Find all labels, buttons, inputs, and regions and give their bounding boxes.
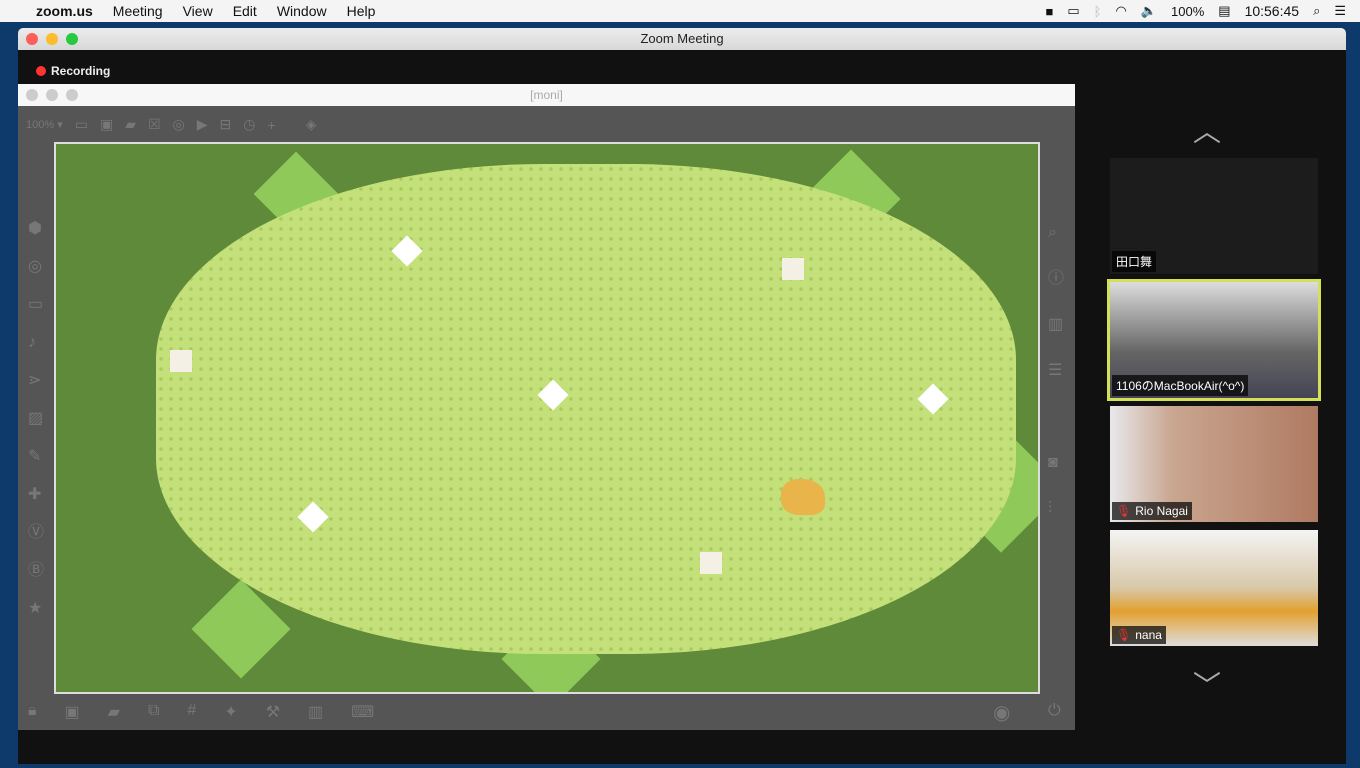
target-icon[interactable]: ◎ [28,248,44,286]
comment-icon[interactable]: ▰ [125,116,136,133]
tool-icon[interactable]: ⊟ [220,116,232,133]
tool-icon[interactable]: ▭ [75,116,88,133]
sequence-icon[interactable]: ⋗ [28,362,44,400]
keyboard-icon[interactable]: ⌨ [351,702,374,722]
participant-tile-active[interactable]: 1106のMacBookAir(^o^) [1107,279,1321,401]
participant-panel: 田口舞 1106のMacBookAir(^o^) 🎙︎ Rio Nagai 🎙︎ n… [1107,158,1321,654]
book-icon[interactable]: ▥ [1048,302,1064,348]
list-icon[interactable]: ☰ [1048,348,1064,394]
wrench-icon[interactable]: ⚒ [266,702,280,722]
participant-name: 田口舞 [1112,251,1157,272]
volume-icon[interactable]: 🔈 [1141,3,1157,19]
left-tool-column: ⬢ ◎ ▭ ♪ ⋗ ▨ ✎ ✚ Ⓥ Ⓑ ★ [28,210,44,628]
moni-close[interactable] [26,89,38,101]
comment-icon[interactable]: ▰ [108,702,120,722]
layers-icon[interactable]: ⧉ [148,702,159,722]
menu-window[interactable]: Window [277,3,327,19]
notification-center-icon[interactable]: ☰ [1334,3,1346,19]
title-bar: Zoom Meeting [18,28,1346,50]
muted-mic-icon: 🎙︎ [1116,628,1132,642]
zoom-select[interactable]: 100% ▾ [26,118,63,131]
play-icon[interactable]: ▶ [197,116,208,133]
participant-name: 🎙︎ nana [1112,626,1166,644]
menu-help[interactable]: Help [347,3,376,19]
recording-label: Recording [51,64,111,78]
moni-max[interactable] [66,89,78,101]
participant-tile[interactable]: 田口舞 [1110,158,1318,274]
menu-meeting[interactable]: Meeting [113,3,163,19]
airplay-icon[interactable]: ▭ [1067,3,1079,19]
grid-icon[interactable]: # [187,702,196,722]
moni-title-bar: [moni] [18,84,1075,106]
edit-icon[interactable]: ▣ [65,702,80,722]
tool-icon[interactable]: ▣ [100,116,113,133]
record-dot-icon [36,66,46,76]
flag-icon[interactable]: ▤ [1218,3,1230,19]
battery-text[interactable]: 100% [1171,4,1204,19]
recording-indicator[interactable]: Recording [36,64,110,78]
moni-min[interactable] [46,89,58,101]
lock-icon[interactable]: 🔒︎ [28,702,37,722]
info-icon[interactable]: ⓘ [1048,256,1064,302]
gamepad-icon[interactable]: ◉ [993,700,1010,725]
bottom-toolbar: 🔒︎ ▣ ▰ ⧉ # ✦ ⚒ ▥ ⌨ [28,702,374,722]
game-canvas[interactable] [54,142,1040,694]
sliders-icon[interactable]: ⫶ [1048,486,1064,532]
moni-title: [moni] [530,88,563,102]
participant-name: 🎙︎ Rio Nagai [1112,502,1192,520]
shared-screen: [moni] 100% ▾ ▭ ▣ ▰ ☒ ◎ ▶ ⊟ ◷ + ◈ ⬢ ◎ ▭ ♪ ⋗ ▨ ✎ ✚ Ⓥ Ⓑ ★ ⌕ ⓘ ▥… [18,84,1075,730]
tag-icon[interactable]: ✎ [28,438,44,476]
music-icon[interactable]: ♪ [28,324,44,362]
maximize-button[interactable] [66,33,78,45]
spotlight-icon[interactable]: ⌕ [1313,3,1320,19]
scroll-up-button[interactable]: ︿ [1193,110,1221,150]
cube-icon[interactable]: ⬢ [28,210,44,248]
minimize-button[interactable] [46,33,58,45]
menu-bar: zoom.us Meeting View Edit Window Help ■ … [0,0,1360,22]
zoom-window: Zoom Meeting Recording [moni] 100% ▾ ▭ ▣ ▰… [18,28,1346,764]
flower-tile [700,552,722,574]
bird-sprite [781,479,825,515]
participant-tile[interactable]: 🎙︎ nana [1110,530,1318,646]
tool-icon[interactable]: ◎ [173,116,185,133]
plus-icon[interactable]: + [267,117,275,133]
clock-icon[interactable]: ◷ [243,116,255,133]
window-title: Zoom Meeting [640,31,724,46]
right-tool-column: ⌕ ⓘ ▥ ☰ ◙ ⫶ [1048,210,1064,532]
muted-mic-icon: 🎙︎ [1116,504,1132,518]
star-icon[interactable]: ★ [28,590,44,628]
tool-icon[interactable]: ☒ [148,116,161,133]
paint-icon[interactable]: ◈ [306,116,317,133]
close-button[interactable] [26,33,38,45]
camera-icon[interactable]: ◙ [1048,440,1064,486]
power-icon[interactable]: ⏻ [1048,702,1061,720]
flower-tile [170,350,192,372]
menu-view[interactable]: View [183,3,213,19]
puzzle-icon[interactable]: ✚ [28,476,44,514]
search-icon[interactable]: ⌕ [1048,210,1064,256]
screen-icon[interactable]: ▭ [28,286,44,324]
moni-toolbar: 100% ▾ ▭ ▣ ▰ ☒ ◎ ▶ ⊟ ◷ + ◈ [26,116,316,133]
clock[interactable]: 10:56:45 [1245,3,1300,19]
participant-tile[interactable]: 🎙︎ Rio Nagai [1110,406,1318,522]
piano-icon[interactable]: ▥ [308,702,323,722]
menu-app[interactable]: zoom.us [36,3,93,19]
magic-icon[interactable]: ✦ [224,702,237,722]
participant-name: 1106のMacBookAir(^o^) [1112,375,1249,396]
zoom-status-icon[interactable]: ■ [1046,4,1054,19]
v-icon[interactable]: Ⓥ [28,514,44,552]
flower-tile [782,258,804,280]
menu-edit[interactable]: Edit [233,3,257,19]
scroll-down-button[interactable]: ﹀ [1193,664,1221,704]
b-icon[interactable]: Ⓑ [28,552,44,590]
wifi-icon[interactable]: ◠ [1115,3,1126,19]
grass-field [156,164,1016,654]
image-icon[interactable]: ▨ [28,400,44,438]
bluetooth-icon[interactable]: ᛒ [1094,4,1102,19]
